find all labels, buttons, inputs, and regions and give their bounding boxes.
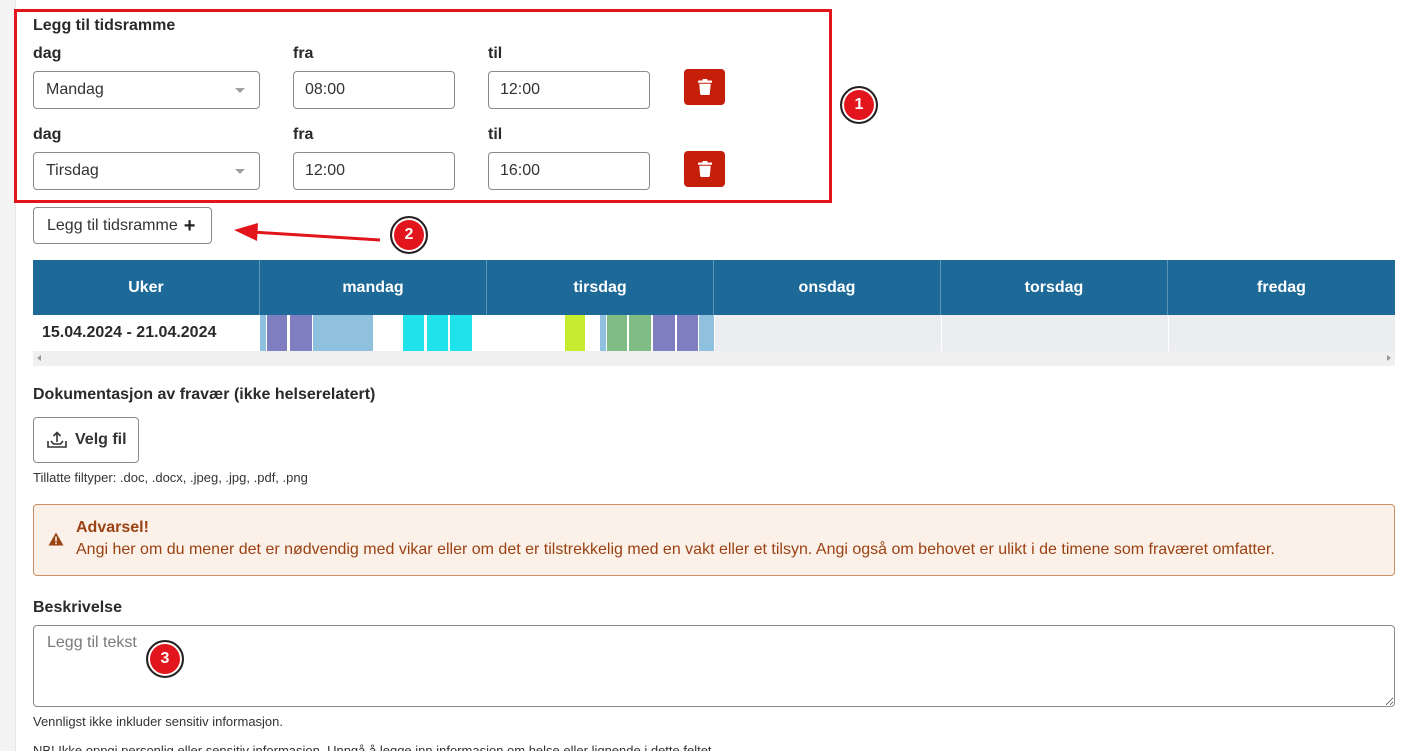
chevron-down-icon [235, 88, 245, 93]
description-textarea[interactable] [33, 625, 1395, 707]
choose-file-button[interactable]: Velg fil [33, 417, 139, 463]
to-label: til [488, 126, 503, 143]
from-time-input[interactable] [293, 71, 455, 109]
tuesday-cell[interactable] [487, 315, 714, 351]
to-time-input[interactable] [488, 71, 650, 109]
day-select-value: Mandag [46, 81, 104, 98]
scroll-right-icon[interactable] [1387, 355, 1391, 361]
sensitive-info-note: NB! Ikke oppgi personlig eller sensitiv … [33, 743, 716, 751]
annotation-badge-1: 1 [840, 86, 878, 124]
add-timeframe-label: Legg til tidsramme [47, 216, 178, 234]
day-label: dag [33, 45, 62, 62]
sensitive-info-hint: Vennligst ikke inkluder sensitiv informa… [33, 714, 284, 729]
warning-icon [48, 532, 64, 546]
trash-icon [697, 161, 712, 177]
horizontal-scrollbar[interactable] [33, 351, 1395, 366]
delete-timeframe-button[interactable] [684, 151, 725, 187]
alert-title: Advarsel! [76, 519, 149, 536]
wednesday-cell[interactable] [714, 315, 941, 351]
to-label: til [488, 45, 503, 62]
from-label: fra [293, 45, 314, 62]
header-tuesday: tirsdag [487, 260, 714, 315]
header-monday: mandag [260, 260, 487, 315]
thursday-cell[interactable] [941, 315, 1168, 351]
annotation-badge-3: 3 [146, 640, 184, 678]
description-title: Beskrivelse [33, 599, 122, 616]
table-row: 15.04.2024 - 21.04.2024 [33, 315, 1395, 351]
from-time-input[interactable] [293, 152, 455, 190]
annotation-arrow [234, 223, 381, 242]
delete-timeframe-button[interactable] [684, 69, 725, 105]
header-wednesday: onsdag [714, 260, 941, 315]
add-timeframe-button[interactable]: Legg til tidsramme + [33, 207, 212, 244]
day-label: dag [33, 126, 62, 143]
header-friday: fredag [1257, 278, 1306, 296]
allowed-file-types: Tillatte filtyper: .doc, .docx, .jpeg, .… [33, 470, 308, 485]
week-range-cell: 15.04.2024 - 21.04.2024 [33, 315, 260, 351]
to-time-input[interactable] [488, 152, 650, 190]
chevron-down-icon [235, 169, 245, 174]
trash-icon [697, 79, 712, 95]
scroll-left-icon[interactable] [37, 355, 41, 361]
annotation-badge-2: 2 [390, 216, 428, 254]
plus-icon: + [183, 214, 196, 237]
header-thursday: torsdag [941, 260, 1168, 315]
alert-text: Angi her om du mener det er nødvendig me… [76, 541, 1275, 558]
day-select[interactable]: Tirsdag [33, 152, 260, 190]
choose-file-label: Velg fil [75, 431, 127, 448]
week-table-header: Uker mandag tirsdag onsdag torsdag freda… [33, 260, 1395, 315]
header-weeks: Uker [33, 260, 260, 315]
timeframe-title: Legg til tidsramme [33, 17, 176, 34]
day-select[interactable]: Mandag [33, 71, 260, 109]
from-label: fra [293, 126, 314, 143]
monday-cell[interactable] [260, 315, 487, 351]
day-select-value: Tirsdag [46, 162, 99, 179]
friday-cell[interactable] [1168, 315, 1395, 351]
documentation-title: Dokumentasjon av fravær (ikke helserelat… [33, 386, 376, 403]
warning-alert: Advarsel! Angi her om du mener det er nø… [33, 504, 1395, 576]
upload-icon [47, 431, 67, 448]
week-schedule-table: Uker mandag tirsdag onsdag torsdag freda… [33, 260, 1395, 351]
